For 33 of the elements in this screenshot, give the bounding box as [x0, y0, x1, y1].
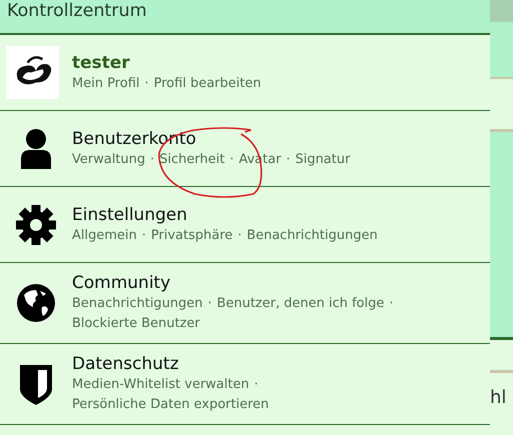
- section-link[interactable]: Medien-Whitelist verwalten: [72, 375, 250, 395]
- separator-dot: ·: [150, 150, 154, 168]
- avatar: [6, 46, 59, 99]
- section-link[interactable]: Benachrichtigungen: [246, 226, 378, 246]
- section-link[interactable]: Privatsphäre: [151, 226, 233, 246]
- section-link[interactable]: Blockierte Benutzer: [72, 314, 200, 334]
- section-link[interactable]: Persönliche Daten exportieren: [72, 395, 269, 415]
- separator-dot: ·: [230, 150, 234, 168]
- shield-icon: [19, 363, 53, 405]
- section-link[interactable]: Profil bearbeiten: [154, 74, 262, 94]
- separator-dot: ·: [208, 295, 212, 313]
- section-title: Community: [72, 272, 172, 294]
- section-link[interactable]: Signatur: [295, 150, 350, 170]
- separator-dot: ·: [286, 150, 290, 168]
- section-link[interactable]: Benutzer, denen ich folge: [216, 294, 384, 314]
- separator-dot: ·: [254, 376, 258, 394]
- section-link[interactable]: Sicherheit: [159, 150, 225, 170]
- gear-icon: [16, 204, 56, 244]
- globe-icon: [16, 283, 56, 323]
- panel-title: Kontrollzentrum: [7, 0, 147, 23]
- user-name[interactable]: tester: [72, 52, 262, 74]
- background-text: hl: [490, 387, 506, 408]
- section-link[interactable]: Mein Profil: [72, 74, 140, 94]
- section-title: Datenschutz: [72, 353, 180, 375]
- separator-dot: ·: [389, 295, 394, 313]
- section-link[interactable]: Benachrichtigungen: [72, 294, 203, 314]
- section-title: Einstellungen: [72, 204, 188, 226]
- separator-dot: ·: [142, 226, 146, 244]
- separator-dot: ·: [144, 74, 149, 92]
- section-link[interactable]: Verwaltung: [72, 150, 146, 170]
- section-link[interactable]: Allgemein: [72, 226, 137, 246]
- user-icon: [19, 128, 53, 168]
- separator-dot: ·: [238, 226, 242, 244]
